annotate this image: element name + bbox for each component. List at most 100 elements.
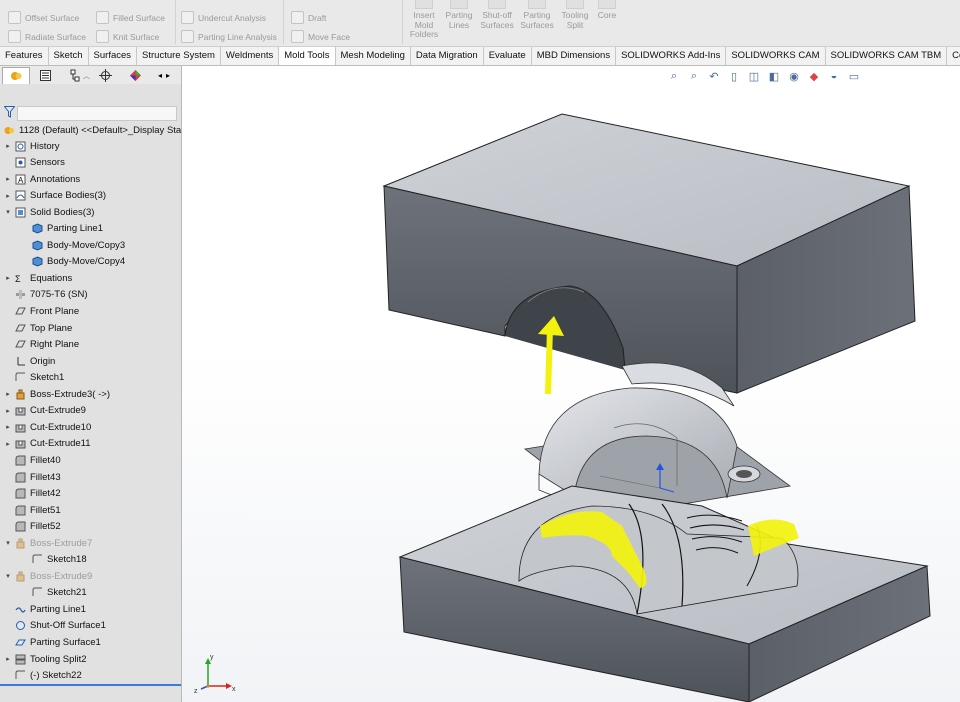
- tree-item[interactable]: ▾ Solid Bodies(3): [4, 204, 94, 220]
- tree-item[interactable]: Sketch21: [21, 585, 87, 601]
- radiate-surface-button[interactable]: Radiate Surface: [8, 30, 86, 43]
- tree-item-label: Sketch18: [47, 554, 87, 566]
- tree-item[interactable]: ▾ Boss-Extrude7: [4, 535, 92, 551]
- tab-evaluate[interactable]: Evaluate: [484, 47, 532, 65]
- undercut-analysis-button[interactable]: Undercut Analysis: [181, 11, 266, 24]
- parting-line-analysis-button[interactable]: Parting Line Analysis: [181, 30, 277, 43]
- rollback-bar[interactable]: [0, 684, 181, 686]
- expand-arrow-icon[interactable]: ▸: [4, 390, 12, 398]
- expand-arrow-icon[interactable]: ▸: [4, 407, 12, 415]
- tree-item[interactable]: ▾ Boss-Extrude9: [4, 568, 92, 584]
- panel-scroll-arrows[interactable]: ◂ ▸: [150, 67, 178, 83]
- tree-item[interactable]: ▸ Surface Bodies(3): [4, 188, 106, 204]
- move-face-button[interactable]: Move Face: [291, 30, 350, 43]
- tree-item[interactable]: Parting Line1: [21, 221, 103, 237]
- tree-root[interactable]: 1128 (Default) <<Default>_Display State: [4, 122, 181, 138]
- insert-mold-folders-button[interactable]: Insert Mold Folders: [407, 0, 441, 40]
- knit-surface-button[interactable]: Knit Surface: [96, 30, 159, 43]
- parting-surfaces-button[interactable]: Parting Surfaces: [518, 0, 556, 30]
- core-block[interactable]: [398, 485, 931, 702]
- tree-item[interactable]: Sensors: [4, 155, 65, 171]
- tree-item[interactable]: ▸ History: [4, 138, 59, 154]
- tree-item[interactable]: Sketch18: [21, 552, 87, 568]
- display-style-icon[interactable]: ◧: [767, 69, 781, 83]
- tree-item[interactable]: ▸ Tooling Split2: [4, 651, 86, 667]
- tab-structure-system[interactable]: Structure System: [137, 47, 221, 65]
- display-manager-icon[interactable]: [122, 67, 148, 83]
- tab-solidworks-add-ins[interactable]: SOLIDWORKS Add-Ins: [616, 47, 727, 65]
- tab-data-migration[interactable]: Data Migration: [411, 47, 484, 65]
- tree-item[interactable]: ▸ A Annotations: [4, 171, 80, 187]
- tree-item[interactable]: ▸ Boss-Extrude3( ->): [4, 386, 110, 402]
- tree-item[interactable]: Origin: [4, 353, 55, 369]
- tree-item[interactable]: (-) Sketch22: [4, 668, 82, 684]
- parting-lines-button[interactable]: Parting Lines: [442, 0, 476, 30]
- expand-arrow-icon[interactable]: ▸: [4, 440, 12, 448]
- section-view-icon[interactable]: ▯: [727, 69, 741, 83]
- previous-view-icon[interactable]: ↶: [707, 69, 721, 83]
- tree-item[interactable]: Body-Move/Copy3: [21, 237, 125, 253]
- expand-arrow-icon[interactable]: ▸: [4, 655, 12, 663]
- tree-item[interactable]: Parting Surface1: [4, 635, 101, 651]
- tree-item[interactable]: 7075-T6 (SN): [4, 287, 88, 303]
- tree-item[interactable]: Front Plane: [4, 304, 79, 320]
- view-orientation-icon[interactable]: ◫: [747, 69, 761, 83]
- graphics-area[interactable]: ⌕ ⌕ ↶ ▯ ◫ ◧ ◉ ◆ ◒ ▭ y x z: [182, 66, 960, 702]
- expand-arrow-icon[interactable]: ▸: [4, 142, 12, 150]
- shut-off-surfaces-button[interactable]: Shut-off Surfaces: [478, 0, 516, 30]
- filled-surface-button[interactable]: Filled Surface: [96, 11, 165, 24]
- tab-mbd-dimensions[interactable]: MBD Dimensions: [532, 47, 617, 65]
- hide-show-icon[interactable]: ◉: [787, 69, 801, 83]
- tree-item[interactable]: ▸ Cut-Extrude9: [4, 403, 86, 419]
- tree-item[interactable]: Fillet42: [4, 486, 61, 502]
- tab-surfaces[interactable]: Surfaces: [89, 47, 138, 65]
- tree-item[interactable]: Fillet43: [4, 469, 61, 485]
- expand-arrow-icon[interactable]: ▸: [4, 175, 12, 183]
- model-view[interactable]: [182, 66, 960, 702]
- expand-arrow-icon[interactable]: ▾: [4, 572, 12, 580]
- tree-item[interactable]: Parting Line1: [4, 601, 86, 617]
- tab-mold-tools[interactable]: Mold Tools: [279, 47, 336, 65]
- tab-solidworks-cam[interactable]: SOLIDWORKS CAM: [726, 47, 826, 65]
- zoom-to-area-icon[interactable]: ⌕: [687, 69, 701, 83]
- tree-item[interactable]: ▸ Cut-Extrude11: [4, 436, 90, 452]
- expand-arrow-icon[interactable]: ▸: [4, 192, 12, 200]
- expand-arrow-icon[interactable]: ▸: [4, 274, 12, 282]
- tree-item[interactable]: Top Plane: [4, 320, 72, 336]
- filter-icon[interactable]: [4, 106, 15, 118]
- expand-arrow-icon[interactable]: ▾: [4, 208, 12, 216]
- feature-manager-icon[interactable]: [2, 67, 30, 84]
- tree-item[interactable]: Fillet51: [4, 502, 61, 518]
- tree-item[interactable]: ▸ Cut-Extrude10: [4, 419, 91, 435]
- tab-weldments[interactable]: Weldments: [221, 47, 280, 65]
- tree-item[interactable]: Body-Move/Copy4: [21, 254, 125, 270]
- expand-arrow-icon[interactable]: ▾: [4, 539, 12, 547]
- panel-collapse-caret[interactable]: ︿: [83, 71, 90, 81]
- tab-solidworks-cam-tbm[interactable]: SOLIDWORKS CAM TBM: [826, 47, 948, 65]
- tab-command-pre[interactable]: Command Pre: [947, 47, 960, 65]
- cavity-block[interactable]: [382, 113, 916, 394]
- tree-item[interactable]: Sketch1: [4, 370, 64, 386]
- tab-sketch[interactable]: Sketch: [49, 47, 89, 65]
- apply-scene-icon[interactable]: ◒: [827, 69, 841, 83]
- tab-mesh-modeling[interactable]: Mesh Modeling: [336, 47, 411, 65]
- dimxpert-icon[interactable]: [92, 67, 118, 83]
- tree-item[interactable]: Right Plane: [4, 337, 79, 353]
- tooling-split-button[interactable]: Tooling Split: [558, 0, 592, 30]
- offset-surface-button[interactable]: Offset Surface: [8, 11, 79, 24]
- edit-appearance-icon[interactable]: ◆: [807, 69, 821, 83]
- zoom-to-fit-icon[interactable]: ⌕: [667, 69, 681, 83]
- draft-button[interactable]: Draft: [291, 11, 326, 24]
- property-manager-icon[interactable]: [32, 67, 58, 83]
- tree-item[interactable]: Shut-Off Surface1: [4, 618, 106, 634]
- view-settings-icon[interactable]: ▭: [847, 69, 861, 83]
- chevron-right-icon[interactable]: ▸: [166, 71, 170, 80]
- tree-item[interactable]: ▸ Σ Equations: [4, 270, 72, 286]
- tree-item[interactable]: Fillet40: [4, 452, 61, 468]
- chevron-left-icon[interactable]: ◂: [158, 71, 162, 80]
- tree-filter-input[interactable]: [17, 106, 177, 121]
- expand-arrow-icon[interactable]: ▸: [4, 423, 12, 431]
- tab-features[interactable]: Features: [0, 47, 49, 65]
- tree-item[interactable]: Fillet52: [4, 519, 61, 535]
- core-button[interactable]: Core: [594, 0, 620, 21]
